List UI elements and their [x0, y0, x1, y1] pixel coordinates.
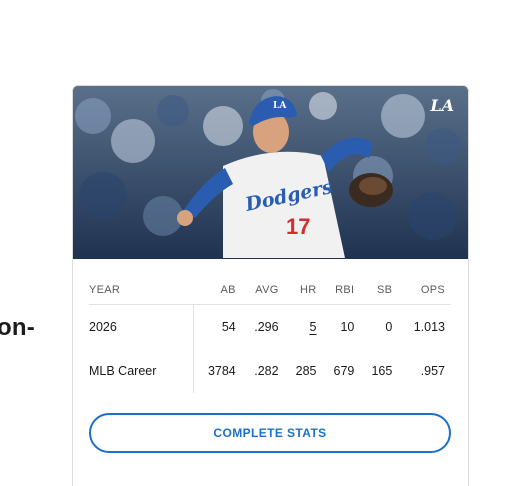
dodgers-logo-icon: LA	[430, 96, 454, 115]
svg-text:LA: LA	[273, 101, 287, 111]
col-sb: SB	[360, 276, 399, 305]
col-year: YEAR	[89, 276, 194, 305]
cell-ops: .957	[420, 364, 445, 378]
cell-rbi: 679	[333, 364, 355, 378]
player-photo: LA Dodgers 17 LA	[73, 86, 468, 259]
side-heading-fragment: on-	[0, 314, 35, 341]
col-rbi: RBI	[322, 276, 361, 305]
table-row: MLB Career 3784 .282 285 679 165 .957	[89, 349, 451, 393]
col-avg: AVG	[241, 276, 285, 305]
cell-rbi: 10	[340, 320, 355, 334]
cell-hr-link[interactable]: 5	[285, 305, 323, 350]
cell-ops: 1.013	[413, 320, 445, 334]
col-ops: OPS	[398, 276, 451, 305]
table-row: 2026 54 .296 5 10 0 1.013	[89, 304, 451, 350]
row-year: MLB Career	[89, 349, 194, 393]
complete-stats-button[interactable]: COMPLETE STATS	[89, 413, 451, 453]
cell-hr: 285	[295, 364, 317, 378]
cell-sb: 0	[385, 320, 393, 334]
cell-sb: 165	[371, 364, 393, 378]
stats-header-row: YEAR AB AVG HR RBI SB OPS	[89, 276, 451, 305]
row-year: 2026	[89, 304, 194, 349]
col-ab: AB	[193, 276, 242, 305]
col-hr: HR	[284, 276, 323, 305]
cell-avg: .296	[254, 320, 279, 334]
cell-ab: 54	[221, 320, 236, 334]
cell-avg: .282	[254, 364, 279, 378]
player-stats-card: LA Dodgers 17 LA YEAR AB AVG HR RBI SB O…	[72, 85, 469, 486]
stats-table: YEAR AB AVG HR RBI SB OPS 2026 54 .296 5…	[89, 276, 451, 393]
cell-ab: 3784	[207, 364, 236, 378]
jersey-number: 17	[286, 214, 310, 239]
